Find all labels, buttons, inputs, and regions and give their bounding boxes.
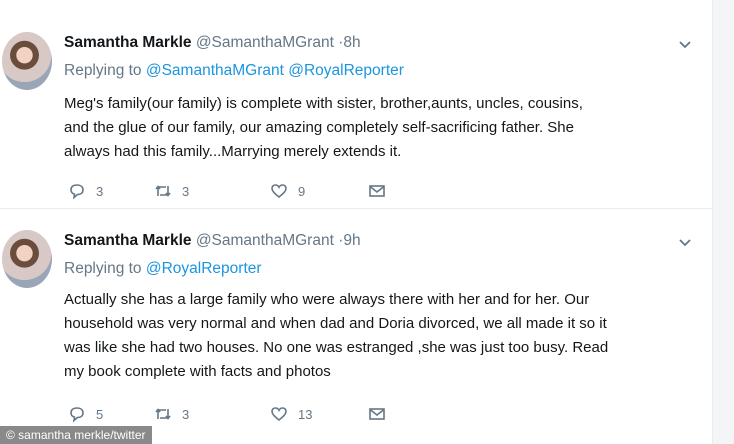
replying-to-link[interactable]: @RoyalReporter [146, 260, 262, 277]
heart-icon [271, 407, 287, 422]
retweet-icon [155, 408, 171, 420]
tweet-text-line: Meg's family(our family) is complete wit… [64, 95, 583, 112]
replying-prefix: Replying to [64, 260, 146, 277]
chevron-down-icon[interactable] [678, 236, 692, 250]
like-button[interactable]: 13 [270, 403, 312, 425]
envelope-icon [369, 185, 385, 197]
like-count: 9 [298, 183, 306, 199]
retweet-count: 3 [182, 406, 190, 422]
image-credit: © samantha merkle/twitter [0, 426, 152, 444]
tweet-time[interactable]: ·9h [338, 232, 360, 249]
retweet-count: 3 [182, 183, 190, 199]
tweet-text-line: was like she had two houses. No one was … [64, 339, 609, 356]
like-button[interactable]: 9 [270, 180, 305, 202]
tweet-text-line: household was very normal and when dad a… [64, 315, 607, 332]
chevron-down-icon[interactable] [678, 38, 692, 52]
author-name[interactable]: Samantha Markle [64, 34, 192, 51]
avatar[interactable] [2, 32, 52, 90]
author-handle[interactable]: @SamanthaMGrant [196, 232, 334, 249]
reply-icon [70, 407, 84, 423]
replying-to: Replying to @RoyalReporter [64, 260, 262, 278]
author-name[interactable]: Samantha Markle [64, 232, 192, 249]
tweet-text-line: my book complete with facts and photos [64, 363, 331, 380]
heart-icon [271, 184, 287, 199]
replying-to: Replying to @SamanthaMGrant @RoyalReport… [64, 62, 404, 80]
retweet-button[interactable]: 3 [154, 180, 189, 202]
tweet-text: Actually she has a large family who were… [64, 288, 684, 384]
reply-button[interactable]: 3 [68, 180, 103, 202]
tweet-header: Samantha Markle @SamanthaMGrant ·8h [64, 34, 361, 52]
tweet-actions: 3 3 9 [64, 180, 424, 202]
retweet-icon [155, 185, 171, 197]
avatar[interactable] [2, 230, 52, 288]
message-button[interactable] [368, 403, 396, 425]
replying-to-link[interactable]: @SamanthaMGrant @RoyalReporter [146, 62, 404, 79]
tweet-text-line: and the glue of our family, our amazing … [64, 119, 574, 136]
tweet-feed: Samantha Markle @SamanthaMGrant ·8h Repl… [0, 0, 712, 444]
tweet-actions: 5 3 13 [64, 403, 424, 425]
retweet-button[interactable]: 3 [154, 403, 189, 425]
author-handle[interactable]: @SamanthaMGrant [196, 34, 334, 51]
envelope-icon [369, 408, 385, 420]
tweet-text: Meg's family(our family) is complete wit… [64, 92, 684, 164]
tweet[interactable]: Samantha Markle @SamanthaMGrant ·8h Repl… [0, 0, 712, 209]
tweet-text-line: Actually she has a large family who were… [64, 291, 590, 308]
reply-button[interactable]: 5 [68, 403, 103, 425]
replying-prefix: Replying to [64, 62, 146, 79]
tweet-time[interactable]: ·8h [338, 34, 360, 51]
tweet[interactable]: Samantha Markle @SamanthaMGrant ·9h Repl… [0, 210, 712, 444]
reply-count: 5 [96, 406, 104, 422]
message-button[interactable] [368, 180, 396, 202]
scrollbar[interactable] [712, 0, 734, 444]
reply-icon [70, 184, 84, 200]
tweet-header: Samantha Markle @SamanthaMGrant ·9h [64, 232, 361, 250]
reply-count: 3 [96, 183, 104, 199]
tweet-text-line: always had this family...Marrying merely… [64, 143, 402, 160]
like-count: 13 [298, 406, 313, 422]
